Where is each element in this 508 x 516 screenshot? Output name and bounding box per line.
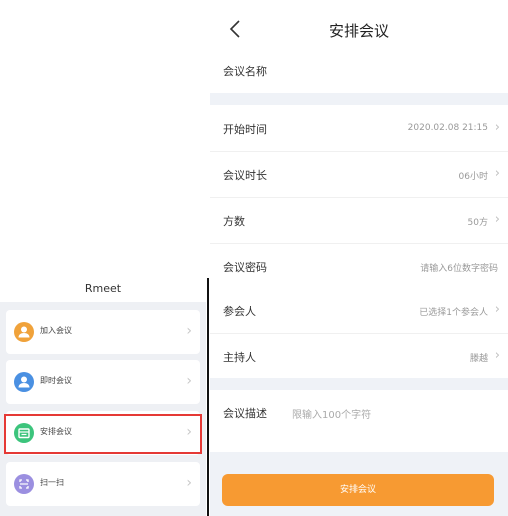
app-title: Rmeet — [84, 282, 122, 295]
password-input[interactable]: 请输入6位数字密码 — [420, 261, 498, 274]
scan-item[interactable]: 扫一扫 › — [6, 462, 200, 506]
field-label: 会议时长 — [223, 169, 267, 182]
host-row[interactable]: 主持人 滕越 › — [210, 334, 508, 380]
meeting-name-field[interactable]: 会议名称 — [210, 48, 508, 92]
person-add-icon — [14, 322, 34, 342]
parties-row[interactable]: 方数 50方 › — [210, 198, 508, 244]
instant-meeting-item[interactable]: 即时会议 › — [6, 360, 200, 404]
schedule-meeting-button[interactable]: 安排会议 — [222, 474, 494, 506]
menu-item-label: 扫一扫 — [40, 478, 64, 487]
panel-divider — [207, 278, 209, 516]
chevron-right-icon: › — [186, 323, 192, 339]
field-label: 会议名称 — [223, 65, 267, 78]
join-meeting-item[interactable]: 加入会议 › — [6, 310, 200, 354]
page-title: 安排会议 — [328, 22, 389, 40]
field-label: 开始时间 — [223, 123, 267, 136]
person-icon — [14, 372, 34, 392]
field-label: 方数 — [223, 215, 245, 228]
chevron-right-icon: › — [494, 302, 500, 317]
field-label: 会议描述 — [223, 407, 267, 420]
parties-value: 50方 — [467, 218, 488, 228]
host-value: 滕越 — [469, 354, 488, 364]
schedule-meeting-screen: 安排会议 会议名称 开始时间 2020.02.08 21:15 › 会议时长 0… — [210, 0, 508, 516]
start-time-row[interactable]: 开始时间 2020.02.08 21:15 › — [210, 106, 508, 152]
description-input[interactable]: 限输入100个字符 — [292, 406, 371, 421]
field-label: 主持人 — [223, 351, 256, 364]
chevron-right-icon: › — [186, 475, 192, 491]
section-gap — [210, 378, 508, 390]
field-label: 会议密码 — [223, 261, 267, 274]
scan-icon — [14, 474, 34, 494]
chevron-right-icon: › — [494, 120, 500, 135]
chevron-right-icon: › — [494, 348, 500, 363]
chevron-right-icon: › — [186, 373, 192, 389]
attendees-row[interactable]: 参会人 已选择1个参会人 › — [210, 288, 508, 334]
highlight-box — [4, 414, 202, 454]
chevron-right-icon: › — [494, 212, 500, 227]
menu-item-label: 即时会议 — [40, 376, 72, 385]
chevron-right-icon: › — [494, 166, 500, 181]
start-time-value: 2020.02.08 21:15 — [407, 123, 488, 133]
menu-item-label: 加入会议 — [40, 326, 72, 335]
duration-value: 06小时 — [458, 172, 488, 182]
field-label: 参会人 — [223, 305, 256, 318]
duration-row[interactable]: 会议时长 06小时 › — [210, 152, 508, 198]
attendees-value: 已选择1个参会人 — [419, 308, 488, 318]
meeting-menu: 加入会议 › 即时会议 › 安排会议 › 扫一扫 › — [0, 302, 206, 516]
password-row[interactable]: 会议密码 请输入6位数字密码 — [210, 244, 508, 290]
section-gap — [210, 93, 508, 105]
description-field[interactable]: 会议描述 限输入100个字符 — [210, 390, 508, 452]
